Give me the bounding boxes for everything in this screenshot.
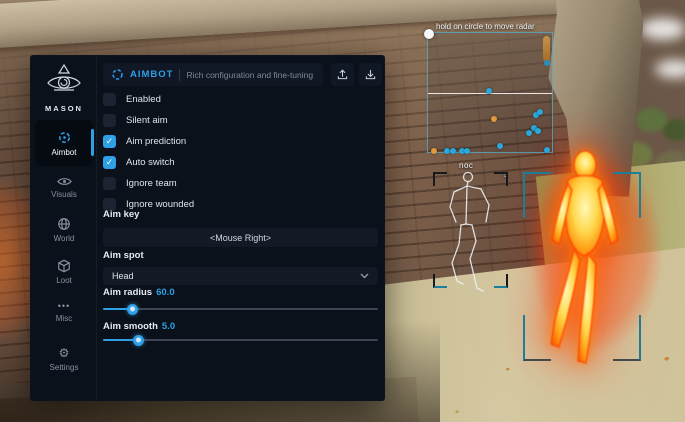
import-config-button[interactable] <box>359 63 382 86</box>
download-icon <box>365 69 376 80</box>
checkbox-auto-switch[interactable]: ✓ Auto switch <box>103 155 378 169</box>
slider-track[interactable] <box>103 339 378 341</box>
checkbox[interactable]: ✓ <box>103 135 116 148</box>
cheat-menu-panel: MASON Aimbot <box>30 55 385 401</box>
sidebar-item-label: Misc <box>56 314 72 323</box>
radar-dot-blue <box>544 147 550 153</box>
brand: MASON <box>31 63 97 113</box>
checkbox-silent-aim[interactable]: ✓ Silent aim <box>103 113 378 127</box>
sidebar-item-world[interactable]: World <box>31 217 97 243</box>
radar-dot-blue <box>537 109 543 115</box>
cube-icon <box>57 259 71 273</box>
bracket-corner <box>523 315 551 361</box>
sidebar-item-label: World <box>54 234 75 243</box>
slider-value: 5.0 <box>162 321 175 332</box>
gear-icon: ⚙ <box>59 347 70 360</box>
checkbox-label: Enabled <box>126 94 161 105</box>
slider-fill <box>103 308 133 310</box>
aim-radius-slider[interactable] <box>103 304 378 314</box>
sidebar-item-visuals[interactable]: Visuals <box>31 176 97 199</box>
aim-spot-label: Aim spot <box>103 250 144 261</box>
sidebar-item-settings[interactable]: ⚙ Settings <box>31 347 97 372</box>
checkbox[interactable]: ✓ <box>103 93 116 106</box>
cloud <box>640 18 685 40</box>
radar-dot-blue <box>450 148 456 154</box>
checkbox[interactable]: ✓ <box>103 177 116 190</box>
checkbox-label: Auto switch <box>126 157 175 168</box>
radar-widget <box>427 32 553 153</box>
radar-dot-blue <box>535 128 541 134</box>
sidebar-item-label: Loot <box>56 276 72 285</box>
checkbox-aim-prediction[interactable]: ✓ Aim prediction <box>103 134 378 148</box>
checkbox-label: Silent aim <box>126 115 168 126</box>
slider-fill <box>103 339 139 341</box>
eye-icon <box>57 176 72 187</box>
sidebar-item-aimbot[interactable]: Aimbot <box>35 120 93 166</box>
sidebar: MASON Aimbot <box>31 56 97 400</box>
sidebar-item-label: Settings <box>50 363 79 372</box>
globe-icon <box>57 217 71 231</box>
radar-drag-handle[interactable] <box>424 29 434 39</box>
skeleton-esp <box>425 165 515 300</box>
export-config-button[interactable] <box>331 63 354 86</box>
active-indicator <box>91 129 94 156</box>
checkbox-label: Aim prediction <box>126 136 186 147</box>
aim-key-label: Aim key <box>103 209 139 220</box>
checkbox-enabled[interactable]: ✓ Enabled <box>103 92 378 106</box>
section-subtitle: Rich configuration and fine-tuning <box>186 70 313 80</box>
radar-hint-text: hold on circle to move radar <box>436 22 535 31</box>
sidebar-item-label: Visuals <box>51 190 77 199</box>
dots-icon: ••• <box>58 301 70 311</box>
radar-dot-orange <box>491 116 497 122</box>
check-icon: ✓ <box>106 158 114 167</box>
player-esp-box <box>523 172 641 361</box>
divider <box>179 69 180 81</box>
checkbox-label: Ignore wounded <box>126 199 194 210</box>
bracket-corner <box>523 172 551 218</box>
radar-dot-orange <box>431 148 437 154</box>
upload-icon <box>337 69 348 80</box>
aim-radius-label: Aim radius 60.0 <box>103 287 175 298</box>
crosshair-icon <box>57 130 72 145</box>
bracket-corner <box>613 315 641 361</box>
slider-label-text: Aim smooth <box>103 321 158 332</box>
sidebar-item-loot[interactable]: Loot <box>31 259 97 285</box>
checkbox[interactable]: ✓ <box>103 114 116 127</box>
radar-dot-blue <box>526 130 532 136</box>
aim-key-bind-button[interactable]: <Mouse Right> <box>103 228 378 247</box>
checkbox-ignore-wounded[interactable]: ✓ Ignore wounded <box>103 197 378 211</box>
radar-dot-blue <box>497 143 503 149</box>
slider-track[interactable] <box>103 308 378 310</box>
brand-name: MASON <box>31 104 97 113</box>
bracket-corner <box>613 172 641 218</box>
sidebar-item-misc[interactable]: ••• Misc <box>31 301 97 323</box>
check-icon: ✓ <box>106 137 114 146</box>
mason-logo-icon <box>42 63 86 97</box>
checkbox-label: Ignore team <box>126 178 177 189</box>
aim-smooth-slider[interactable] <box>103 335 378 345</box>
radar-dot-blue <box>486 88 492 94</box>
slider-label-text: Aim radius <box>103 287 152 298</box>
chevron-down-icon <box>360 271 369 281</box>
slider-thumb[interactable] <box>133 335 144 346</box>
radar-dot-blue <box>464 148 470 154</box>
aim-spot-value: Head <box>112 271 134 281</box>
crosshair-icon <box>111 68 124 81</box>
checkbox-ignore-team[interactable]: ✓ Ignore team <box>103 176 378 190</box>
aim-spot-select[interactable]: Head <box>103 267 378 285</box>
sidebar-item-label: Aimbot <box>52 148 77 157</box>
aim-smooth-label: Aim smooth 5.0 <box>103 321 175 332</box>
section-header: AIMBOT Rich configuration and fine-tunin… <box>103 63 323 86</box>
section-title: AIMBOT <box>130 69 173 80</box>
game-screen: hold on circle to move radar noc 5 <box>0 0 685 422</box>
checkbox[interactable]: ✓ <box>103 156 116 169</box>
slider-thumb[interactable] <box>127 304 138 315</box>
slider-value: 60.0 <box>156 287 175 298</box>
